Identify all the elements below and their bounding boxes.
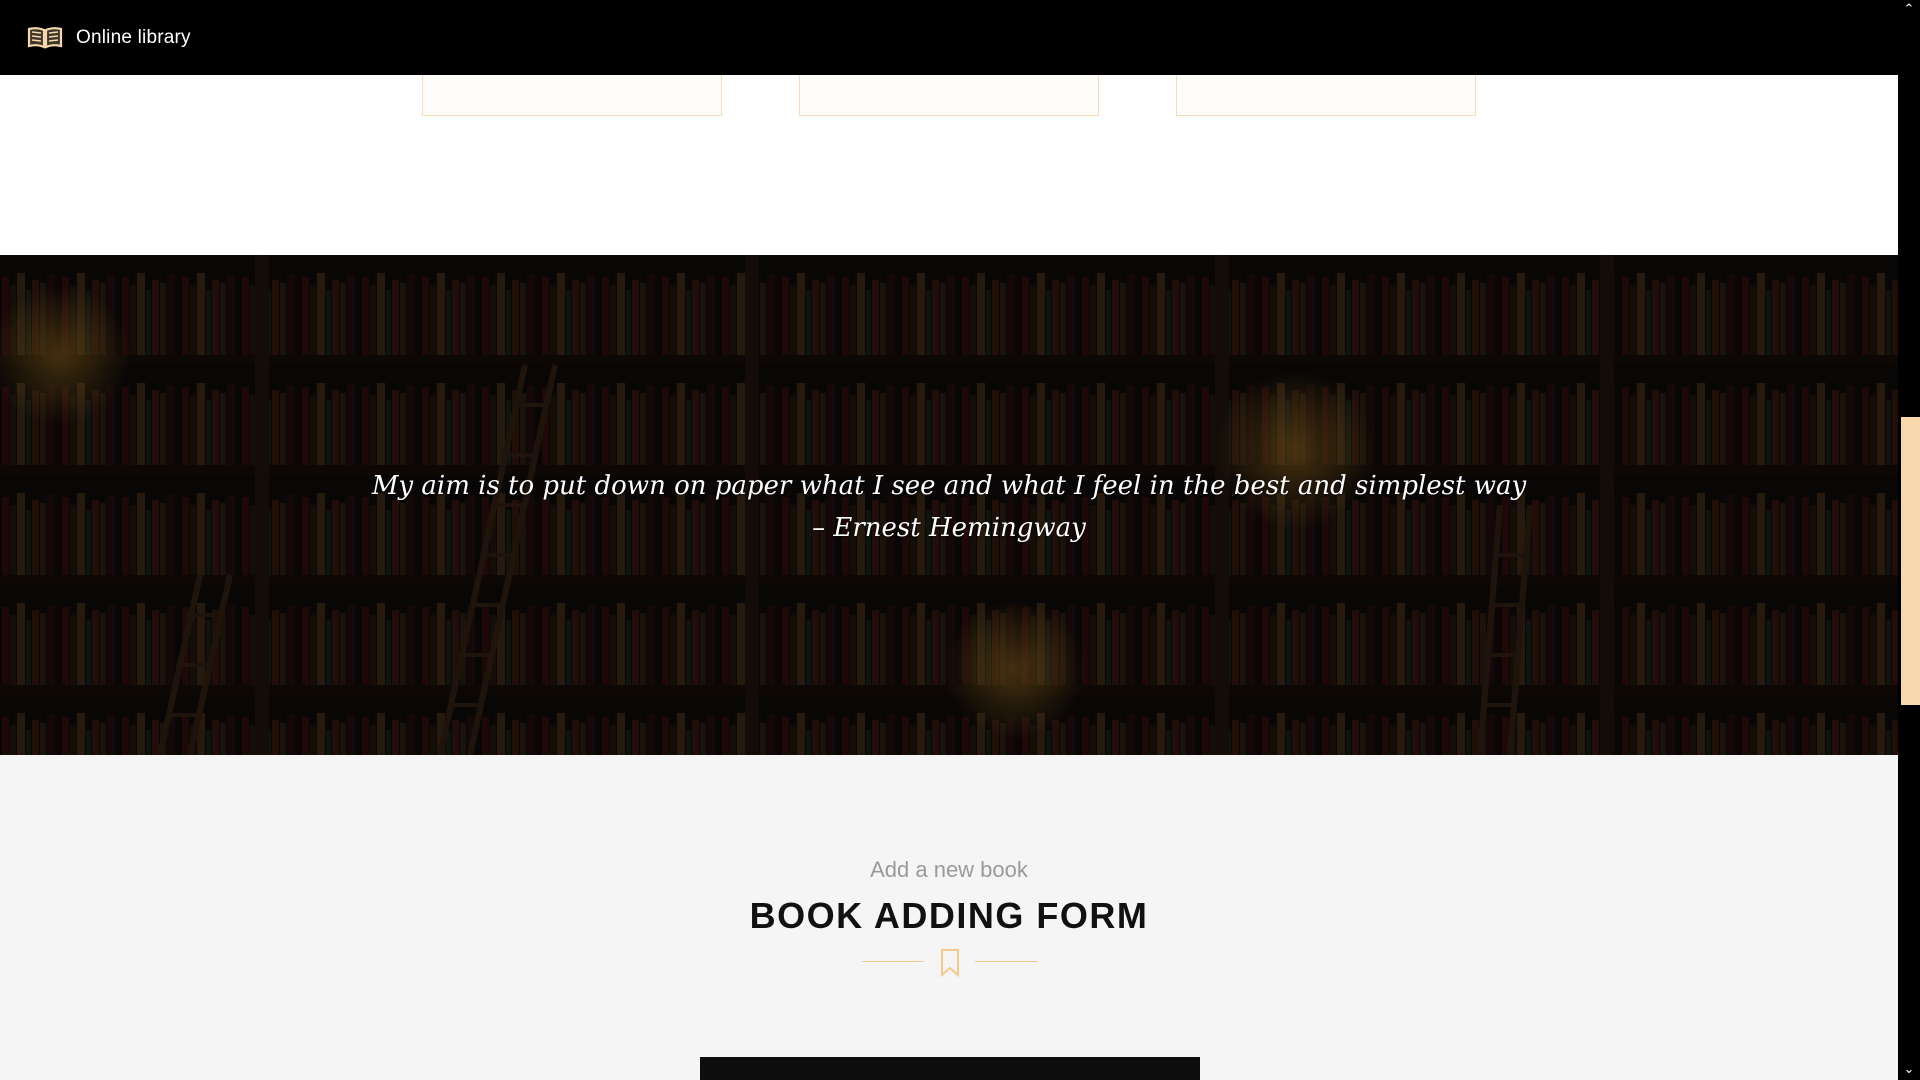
page-scrollbar[interactable]: ⌃ ⌄: [1898, 0, 1920, 1080]
open-book-icon: [27, 26, 63, 50]
form-image-preview: [700, 1057, 1200, 1080]
book-form-section: Add a new book BOOK ADDING FORM: [0, 755, 1898, 1080]
section-title: BOOK ADDING FORM: [749, 895, 1149, 936]
scroll-down-icon[interactable]: ⌄: [1898, 1060, 1920, 1080]
divider-line-right: [975, 961, 1037, 962]
quote-author: – Ernest Hemingway: [812, 513, 1086, 543]
divider-line-left: [862, 961, 924, 962]
features-section: page: [0, 65, 1898, 255]
brand-label: Online library: [76, 26, 191, 48]
quote-text: My aim is to put down on paper what I se…: [371, 471, 1527, 501]
bookmark-icon: [938, 948, 962, 978]
scrollbar-thumb[interactable]: [1901, 417, 1920, 705]
page: Online library page: [0, 0, 1920, 1080]
section-subtitle: Add a new book: [870, 857, 1028, 882]
top-navbar: Online library: [0, 0, 1898, 75]
scroll-up-icon[interactable]: ⌃: [1898, 0, 1920, 20]
brand-link[interactable]: Online library: [27, 26, 191, 50]
quote-block: My aim is to put down on paper what I se…: [0, 465, 1898, 549]
quote-section: My aim is to put down on paper what I se…: [0, 255, 1898, 755]
